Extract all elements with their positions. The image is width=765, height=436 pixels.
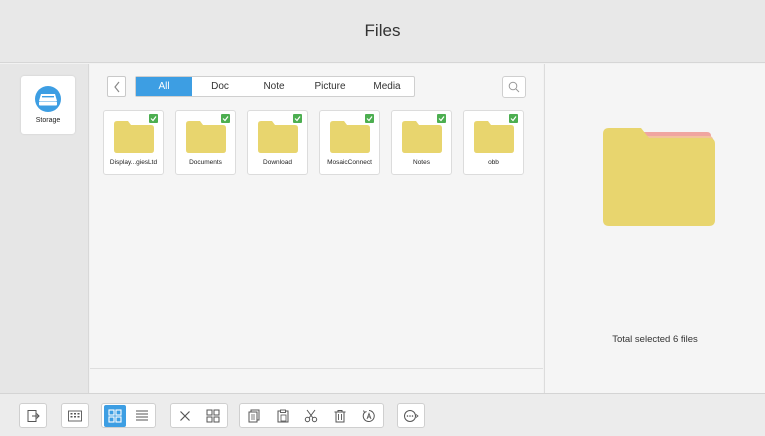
filter-tabs: All Doc Note Picture Media [135,76,415,97]
exit-icon [27,409,40,422]
more-button[interactable] [400,405,422,427]
divider [90,368,543,369]
checkbox-checked-icon[interactable] [365,114,374,123]
keyboard-icon [68,410,82,421]
folder-icon [257,121,298,153]
folder-icon [113,121,154,153]
folder-item[interactable]: Notes [391,110,452,175]
select-all-icon [206,409,220,422]
paste-button[interactable] [272,405,294,427]
title-bar: Files [0,0,765,63]
storage-icon [35,86,61,112]
cut-button[interactable] [300,405,322,427]
bottom-toolbar [0,393,765,436]
cancel-selection-button[interactable] [174,405,196,427]
view-mode-group [101,403,156,428]
grid-view-icon [108,408,122,423]
storage-button[interactable]: Storage [21,76,75,134]
more-icon [404,409,419,422]
exit-button-group [19,403,47,428]
keyboard-button[interactable] [64,405,86,427]
tab-doc[interactable]: Doc [192,77,248,96]
select-all-button[interactable] [202,405,224,427]
checkbox-checked-icon[interactable] [293,114,302,123]
folder-item[interactable]: MosaicConnect [319,110,380,175]
cut-icon [305,409,318,422]
folder-name: obb [488,159,499,166]
paste-icon [277,409,289,422]
list-view-icon [135,410,148,420]
folder-icon [329,121,370,153]
folder-name: Documents [189,159,222,166]
checkbox-checked-icon[interactable] [437,114,446,123]
exit-button[interactable] [22,405,44,427]
tab-media[interactable]: Media [360,77,414,96]
tab-picture[interactable]: Picture [300,77,360,96]
folder-name: MosaicConnect [327,159,372,166]
checkbox-checked-icon[interactable] [221,114,230,123]
search-icon [508,81,520,93]
rename-icon [362,409,375,422]
close-icon [180,410,190,421]
copy-icon [248,409,260,422]
folder-name: Notes [413,159,430,166]
preview-pane: Total selected 6 files [544,64,765,393]
folder-grid: Display...giesLtd Documents Download Mos… [103,110,524,175]
folder-item[interactable]: Download [247,110,308,175]
list-view-button[interactable] [131,405,153,427]
folder-name: Display...giesLtd [109,159,158,166]
folder-item[interactable]: Documents [175,110,236,175]
tab-all[interactable]: All [136,77,192,96]
folder-icon [473,121,514,153]
grid-view-button[interactable] [104,404,127,427]
sidebar: Storage [0,64,89,393]
storage-label: Storage [35,117,61,124]
folder-preview-icon [603,128,715,226]
rename-button[interactable] [358,405,380,427]
chevron-left-icon [113,81,119,92]
delete-icon [334,409,346,422]
more-button-group [397,403,425,428]
page-title: Files [364,21,401,40]
folder-name: Download [263,159,292,166]
tab-note[interactable]: Note [248,77,300,96]
folder-icon [185,121,226,153]
keyboard-button-group [61,403,89,428]
checkbox-checked-icon[interactable] [509,114,518,123]
folder-icon [401,121,442,153]
folder-item[interactable]: obb [463,110,524,175]
checkbox-checked-icon[interactable] [149,114,158,123]
copy-button[interactable] [243,405,265,427]
selection-summary: Total selected 6 files [612,334,698,345]
back-button[interactable] [107,76,126,97]
folder-item[interactable]: Display...giesLtd [103,110,164,175]
selection-group [170,403,228,428]
file-actions-group [239,403,384,428]
file-browser-pane: All Doc Note Picture Media Display...gie… [90,64,543,393]
delete-button[interactable] [329,405,351,427]
search-button[interactable] [502,76,526,98]
